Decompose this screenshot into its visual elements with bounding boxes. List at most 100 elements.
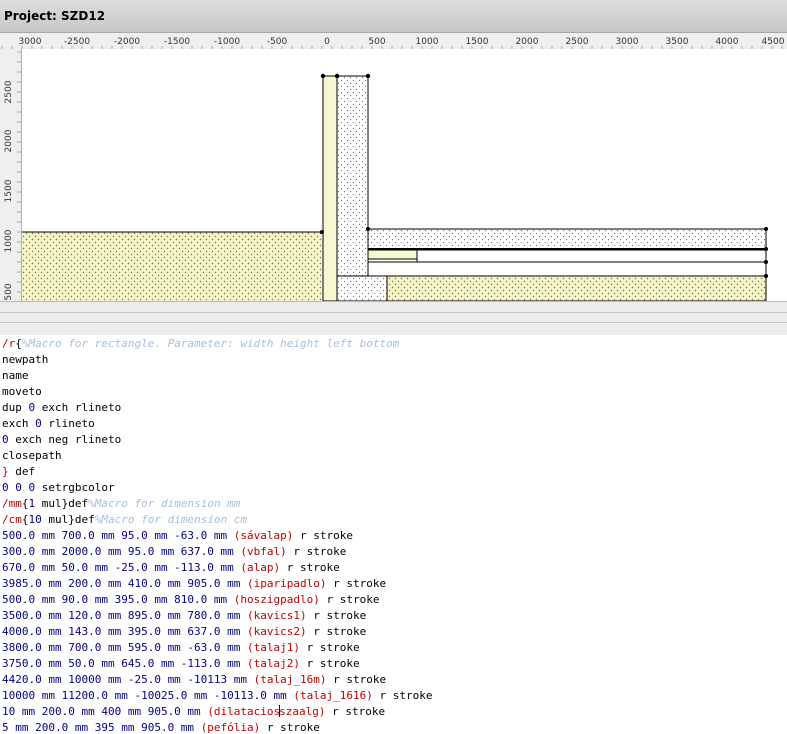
gravel-layer-2 xyxy=(367,261,767,277)
code-token: exch xyxy=(2,417,36,430)
ruler-top-label: 1000 xyxy=(416,37,439,47)
code-token: { xyxy=(15,337,22,350)
code-token: 0 0 0 xyxy=(2,481,36,494)
code-line[interactable]: 4420.0 mm 10000 mm -25.0 mm -10113 mm (t… xyxy=(2,672,386,688)
code-token: dup xyxy=(2,401,29,414)
title-bar: Project: SZD12 xyxy=(0,0,787,33)
code-token: (dilatacios xyxy=(207,705,281,718)
code-line[interactable]: dup 0 exch rlineto xyxy=(2,400,121,416)
wall-concrete xyxy=(336,75,369,301)
ruler-left-label: 2500 xyxy=(4,80,14,103)
ruler-top-label: 3000 xyxy=(19,37,42,47)
vertical-ruler-svg: 2500 2000 1500 1000 500 xyxy=(4,51,21,301)
code-token: (talaj1) xyxy=(247,641,301,654)
vertical-ruler: 2500 2000 1500 1000 500 xyxy=(0,49,22,301)
splitter-line xyxy=(0,322,787,323)
code-line[interactable]: 3985.0 mm 200.0 mm 410.0 mm 905.0 mm (ip… xyxy=(2,576,386,592)
code-token: 10 mm 200.0 mm 400 mm 905.0 mm xyxy=(2,705,208,718)
code-token: setrgbcolor xyxy=(35,481,115,494)
code-token: r stroke xyxy=(280,561,340,574)
code-line[interactable]: 3500.0 mm 120.0 mm 895.0 mm 780.0 mm (ka… xyxy=(2,608,366,624)
code-line[interactable]: 300.0 mm 2000.0 mm 95.0 mm 637.0 mm (vbf… xyxy=(2,544,346,560)
code-token: (vbfal) xyxy=(240,545,287,558)
code-line[interactable]: 5 mm 200.0 mm 395 mm 905.0 mm (pefólia) … xyxy=(2,720,320,734)
code-token: (talaj_16m) xyxy=(253,673,327,686)
code-token: (alap) xyxy=(240,561,281,574)
code-token: rlineto xyxy=(41,417,95,430)
code-token: r stroke xyxy=(325,705,386,718)
drawing-svg[interactable] xyxy=(22,49,787,301)
code-token: (iparipadlo) xyxy=(247,577,327,590)
code-token: 3985.0 mm 200.0 mm 410.0 mm 905.0 mm xyxy=(2,577,248,590)
code-token: exch neg rlineto xyxy=(8,433,122,446)
code-token: (pefólia) xyxy=(200,721,261,734)
ruler-left-label: 500 xyxy=(4,283,14,300)
floor-insulation xyxy=(367,249,418,260)
code-token: 670.0 mm 50.0 mm -25.0 mm -113.0 mm xyxy=(2,561,241,574)
soil-left-region xyxy=(22,232,322,301)
ruler-top-label: -500 xyxy=(267,37,288,47)
code-token: %Macro for dimension cm xyxy=(94,513,248,526)
wall-insulation xyxy=(322,75,338,301)
code-line[interactable]: 670.0 mm 50.0 mm -25.0 mm -113.0 mm (ala… xyxy=(2,560,340,576)
code-line[interactable]: closepath xyxy=(2,448,62,464)
code-token: r stroke xyxy=(286,545,347,558)
code-line[interactable]: moveto xyxy=(2,384,42,400)
code-editor[interactable]: /r{%Macro for rectangle. Parameter: widt… xyxy=(0,335,787,734)
code-token: r stroke xyxy=(326,577,387,590)
ruler-top-label: 2000 xyxy=(516,37,539,47)
code-token: 4420.0 mm 10000 mm -25.0 mm -10113 mm xyxy=(2,673,254,686)
panel-splitter[interactable] xyxy=(0,301,787,337)
ruler-top-label: -1000 xyxy=(214,37,240,47)
ruler-left-label: 1500 xyxy=(4,179,14,202)
ruler-top-label: -2500 xyxy=(64,37,90,47)
window-title: Project: SZD12 xyxy=(4,9,106,23)
code-token: 0 xyxy=(2,433,9,446)
ruler-top-label: -2000 xyxy=(114,37,140,47)
code-line[interactable]: exch 0 rlineto xyxy=(2,416,95,432)
code-token: r stroke xyxy=(306,609,367,622)
code-line[interactable]: 500.0 mm 700.0 mm 95.0 mm -63.0 mm (sáva… xyxy=(2,528,353,544)
code-token: moveto xyxy=(2,385,42,398)
code-token: 500.0 mm 90.0 mm 395.0 mm 810.0 mm xyxy=(2,593,234,606)
horizontal-ruler-svg: 3000 -2500 -2000 -1500 -1000 -500 0 500 1000 1500… xyxy=(1,37,785,49)
drawing-canvas[interactable] xyxy=(22,49,787,301)
code-token: r stroke xyxy=(319,593,380,606)
code-token: def xyxy=(8,465,36,478)
code-line[interactable]: /mm{1 mul}def%Macro for dimension mm xyxy=(2,496,240,512)
code-token: %Macro for dimension mm xyxy=(88,497,241,510)
code-line[interactable]: 0 exch neg rlineto xyxy=(2,432,121,448)
code-token: name xyxy=(2,369,29,382)
code-token: exch rlineto xyxy=(35,401,122,414)
code-line[interactable]: 10000 mm 11200.0 mm -10025.0 mm -10113.0… xyxy=(2,688,433,704)
foundation xyxy=(336,275,388,301)
code-token: 4000.0 mm 143.0 mm 395.0 mm 637.0 mm xyxy=(2,625,248,638)
code-line[interactable]: 4000.0 mm 143.0 mm 395.0 mm 637.0 mm (ka… xyxy=(2,624,366,640)
code-line[interactable]: } def xyxy=(2,464,35,480)
code-line[interactable]: 3750.0 mm 50.0 mm 645.0 mm -113.0 mm (ta… xyxy=(2,656,360,672)
ruler-top-label: 500 xyxy=(368,37,385,47)
ruler-top-label: 4500 xyxy=(762,37,785,47)
code-token: /mm xyxy=(2,497,22,510)
code-line[interactable]: /cm{10 mul}def%Macro for dimension cm xyxy=(2,512,247,528)
code-line[interactable]: name xyxy=(2,368,29,384)
code-token: 10000 mm 11200.0 mm -10025.0 mm -10113.0… xyxy=(2,689,294,702)
ruler-top-label: -1500 xyxy=(164,37,190,47)
code-token: { xyxy=(21,513,29,526)
code-line[interactable]: 500.0 mm 90.0 mm 395.0 mm 810.0 mm (hosz… xyxy=(2,592,380,608)
code-token: 300.0 mm 2000.0 mm 95.0 mm 637.0 mm xyxy=(2,545,241,558)
code-token: mul}def xyxy=(35,497,89,510)
code-line[interactable]: 10 mm 200.0 mm 400 mm 905.0 mm (dilataci… xyxy=(2,704,385,720)
code-line[interactable]: 3800.0 mm 700.0 mm 595.0 mm -63.0 mm (ta… xyxy=(2,640,360,656)
code-line[interactable]: 0 0 0 setrgbcolor xyxy=(2,480,115,496)
ruler-top-label: 3500 xyxy=(666,37,689,47)
ruler-top-label: 2500 xyxy=(566,37,589,47)
code-line[interactable]: /r{%Macro for rectangle. Parameter: widt… xyxy=(2,336,399,352)
ruler-top-label: 0 xyxy=(324,37,330,47)
code-token: r stroke xyxy=(260,721,320,734)
code-token: 3800.0 mm 700.0 mm 595.0 mm -63.0 mm xyxy=(2,641,248,654)
code-token: r stroke xyxy=(300,657,360,670)
code-token: { xyxy=(21,497,29,510)
code-token: /r xyxy=(2,337,16,350)
code-line[interactable]: newpath xyxy=(2,352,48,368)
